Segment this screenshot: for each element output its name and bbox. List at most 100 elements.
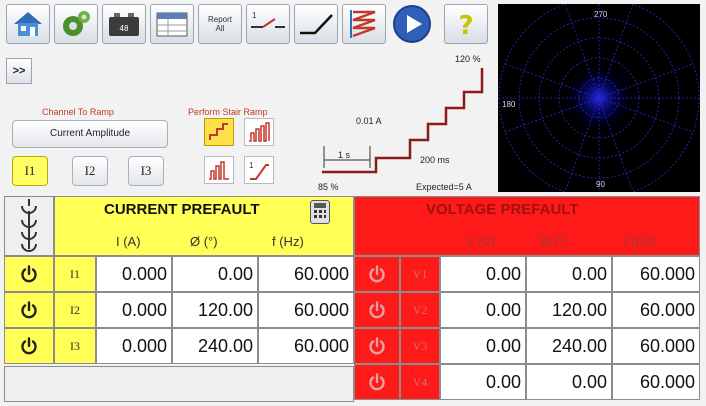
play-button[interactable] bbox=[390, 4, 434, 44]
voltage-angle-field[interactable]: 240.00 bbox=[526, 328, 612, 364]
sequence-icon bbox=[350, 10, 376, 38]
help-button[interactable]: ? bbox=[444, 4, 488, 44]
app-window: 48 Report All 1 ? >> Channel To Ramp Per… bbox=[0, 0, 706, 406]
calculator-icon bbox=[314, 203, 326, 218]
voltage-frequency-field[interactable]: 60.000 bbox=[612, 328, 700, 364]
calculator-button[interactable] bbox=[310, 200, 330, 224]
voltage-prefault-title: VOLTAGE PREFAULT bbox=[426, 201, 579, 218]
home-icon bbox=[14, 12, 42, 36]
svg-text:1: 1 bbox=[252, 11, 257, 20]
voltage-amplitude-field[interactable]: 0.00 bbox=[440, 328, 526, 364]
current-enable-toggle[interactable] bbox=[4, 292, 54, 328]
voltage-channel-label: V4 bbox=[400, 364, 440, 400]
current-angle-field[interactable]: 240.00 bbox=[172, 328, 258, 364]
report-all-button[interactable]: Report All bbox=[198, 4, 242, 44]
current-amplitude-field[interactable]: 0.000 bbox=[96, 292, 172, 328]
current-enable-toggle[interactable] bbox=[4, 328, 54, 364]
test-report-button[interactable] bbox=[150, 4, 194, 44]
perform-stair-ramp-title: Perform Stair Ramp bbox=[188, 107, 268, 117]
pulse-return-ramp-mode-button[interactable] bbox=[204, 156, 234, 184]
voltage-enable-toggle[interactable] bbox=[354, 292, 400, 328]
current-channel-label: I3 bbox=[54, 328, 96, 364]
breaker-button[interactable]: 1 bbox=[246, 4, 290, 44]
pulse-return-icon bbox=[209, 161, 229, 180]
report-label: Report bbox=[207, 15, 232, 24]
voltage-amplitude-field[interactable]: 0.00 bbox=[440, 292, 526, 328]
home-button[interactable] bbox=[6, 4, 50, 44]
current-empty-row bbox=[4, 366, 354, 402]
power-icon bbox=[21, 301, 37, 319]
svg-text:?: ? bbox=[458, 11, 473, 40]
stair-step-amplitude: 0.01 A bbox=[356, 116, 382, 126]
battery-simulator-button[interactable]: 48 bbox=[102, 4, 146, 44]
ramp-icon bbox=[300, 14, 333, 35]
current-amplitude-field[interactable]: 0.000 bbox=[96, 328, 172, 364]
stair-ramp-diagram bbox=[322, 68, 484, 174]
help-icon: ? bbox=[458, 11, 473, 40]
channel-i1-button[interactable]: I1 bbox=[12, 156, 48, 186]
voltage-angle-field[interactable]: 0.00 bbox=[526, 364, 612, 400]
play-icon bbox=[393, 5, 431, 43]
power-icon bbox=[21, 265, 37, 283]
current-enable-toggle[interactable] bbox=[4, 256, 54, 292]
power-icon bbox=[369, 265, 385, 283]
voltage-amplitude-field[interactable]: 0.00 bbox=[440, 256, 526, 292]
voltage-frequency-field[interactable]: 60.000 bbox=[612, 292, 700, 328]
channel-i2-button[interactable]: I2 bbox=[72, 156, 108, 186]
ramp-view-button[interactable] bbox=[294, 4, 338, 44]
col-label-voltage-freq: f (Hz) bbox=[624, 234, 656, 249]
polar-grid bbox=[498, 4, 700, 192]
linear-ramp-icon: 1 bbox=[249, 161, 269, 180]
voltage-angle-field[interactable]: 120.00 bbox=[526, 292, 612, 328]
polar-label-180: 180 bbox=[502, 100, 516, 109]
voltage-enable-toggle[interactable] bbox=[354, 256, 400, 292]
current-angle-field[interactable]: 0.00 bbox=[172, 256, 258, 292]
stair-expected-value: Expected=5 A bbox=[416, 182, 472, 192]
voltage-amplitude-field[interactable]: 0.00 bbox=[440, 364, 526, 400]
stair-top-percent: 120 % bbox=[455, 54, 481, 64]
current-angle-field[interactable]: 120.00 bbox=[172, 292, 258, 328]
stair-start-percent: 85 % bbox=[318, 182, 339, 192]
col-label-current-angle: Ø (°) bbox=[190, 234, 218, 249]
settings-button[interactable] bbox=[54, 4, 98, 44]
channel-i3-button[interactable]: I3 bbox=[128, 156, 164, 186]
pulse-ramp-icon bbox=[249, 122, 270, 142]
expand-panel-button[interactable]: >> bbox=[6, 58, 32, 84]
pulse-ramp-mode-button[interactable] bbox=[244, 118, 274, 146]
current-frequency-field[interactable]: 60.000 bbox=[258, 328, 354, 364]
link-power-icon[interactable] bbox=[5, 197, 53, 255]
voltage-angle-field[interactable]: 0.00 bbox=[526, 256, 612, 292]
gear-icon bbox=[63, 11, 90, 36]
voltage-channel-label: V3 bbox=[400, 328, 440, 364]
power-icon bbox=[369, 337, 385, 355]
current-prefault-title: CURRENT PREFAULT bbox=[104, 201, 260, 218]
polar-label-270: 270 bbox=[594, 10, 608, 19]
current-frequency-field[interactable]: 60.000 bbox=[258, 256, 354, 292]
voltage-frequency-field[interactable]: 60.000 bbox=[612, 256, 700, 292]
current-channel-label: I1 bbox=[54, 256, 96, 292]
stair-step-time: 1 s bbox=[338, 150, 351, 160]
current-amplitude-field[interactable]: 0.000 bbox=[96, 256, 172, 292]
link-all-cell bbox=[4, 196, 54, 256]
current-frequency-field[interactable]: 60.000 bbox=[258, 292, 354, 328]
voltage-enable-toggle[interactable] bbox=[354, 328, 400, 364]
linear-ramp-mode-button[interactable]: 1 bbox=[244, 156, 274, 184]
battery-icon: 48 bbox=[109, 13, 139, 36]
col-label-current-freq: f (Hz) bbox=[272, 234, 304, 249]
phasor-polar-plot: 270 180 90 bbox=[498, 4, 700, 192]
power-icon bbox=[369, 373, 385, 391]
col-label-voltage: V (V) bbox=[466, 234, 496, 249]
voltage-channel-label: V2 bbox=[400, 292, 440, 328]
stair-ramp-mode-button[interactable] bbox=[204, 118, 234, 146]
voltage-enable-toggle[interactable] bbox=[354, 364, 400, 400]
power-icon bbox=[21, 337, 37, 355]
breaker-icon: 1 bbox=[251, 11, 285, 28]
power-icon bbox=[369, 301, 385, 319]
voltage-frequency-field[interactable]: 60.000 bbox=[612, 364, 700, 400]
current-channel-label: I2 bbox=[54, 292, 96, 328]
report-table-icon bbox=[156, 12, 188, 37]
sequence-button[interactable] bbox=[342, 4, 386, 44]
col-label-voltage-angle: Ø (°) bbox=[540, 234, 568, 249]
current-amplitude-button[interactable]: Current Amplitude bbox=[12, 120, 168, 148]
svg-text:48: 48 bbox=[120, 24, 129, 33]
